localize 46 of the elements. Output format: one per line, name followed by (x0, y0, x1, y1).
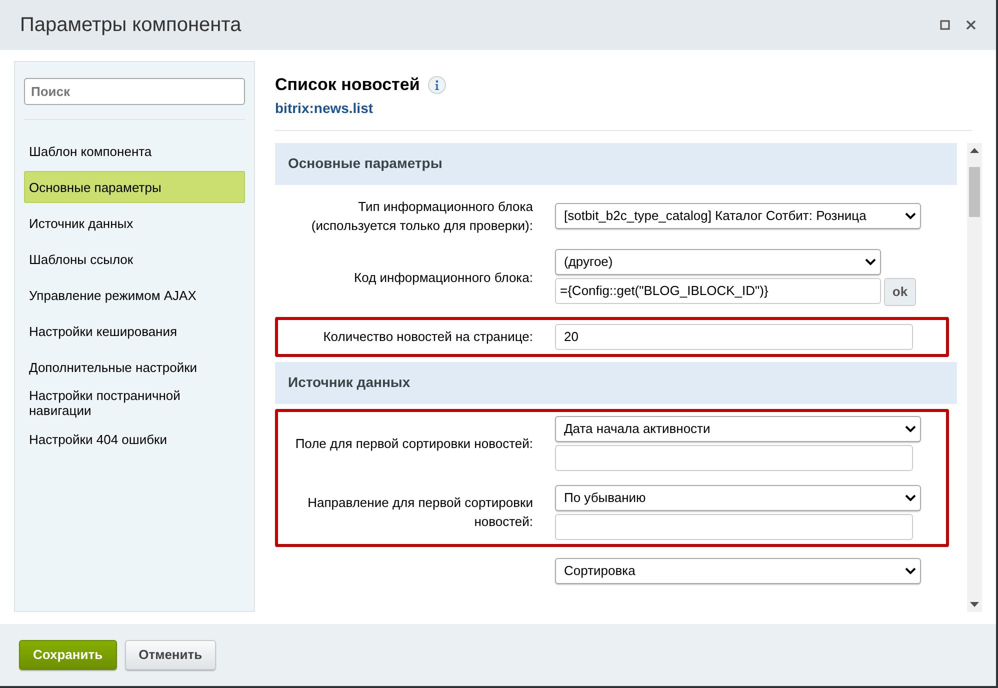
sidebar-item[interactable]: Источник данных (24, 207, 245, 239)
sidebar-item[interactable]: Дополнительные настройки (24, 351, 245, 383)
select-value: [sotbit_b2c_type_catalog] Каталог Сотбит: Розница (564, 206, 866, 225)
select-value: По убыванию (564, 488, 646, 507)
select-value: Сортировка (564, 562, 636, 580)
field-label: Код информационного блока: (354, 268, 533, 286)
sidebar-item[interactable]: Настройки кеширования (24, 315, 245, 347)
select-value: Дата начала активности (564, 420, 710, 438)
scroll-down-icon[interactable] (970, 602, 979, 608)
field-label: Направление для первой сортировки новостей: (306, 494, 533, 531)
dropdown-select[interactable]: Дата начала активности (555, 416, 921, 442)
close-icon[interactable] (966, 20, 976, 30)
text-input[interactable]: 20 (555, 324, 913, 350)
chevron-down-icon (905, 424, 916, 432)
maximize-icon[interactable] (940, 20, 950, 30)
field-label: Количество новостей на странице: (323, 328, 533, 346)
text-input[interactable]: ={Config::get("BLOG_IBLOCK_ID")} (555, 278, 881, 304)
dropdown-select[interactable]: По убыванию (555, 484, 921, 510)
info-icon[interactable] (428, 76, 446, 94)
sidebar-item[interactable]: Шаблон компонента (24, 135, 245, 167)
sidebar-item[interactable]: Настройки постраничной навигации (24, 387, 245, 419)
cancel-button[interactable]: Отменить (124, 640, 216, 670)
sidebar-item[interactable]: Основные параметры (24, 171, 245, 203)
sidebar-item[interactable]: Настройки 404 ошибки (24, 423, 245, 455)
component-title: Список новостей (275, 74, 420, 96)
select-value: (другое) (564, 252, 613, 271)
sidebar-item[interactable]: Шаблоны ссылок (24, 243, 245, 275)
section-title: Основные параметры (288, 154, 442, 173)
chevron-down-icon (905, 212, 916, 220)
window-title: Параметры компонента (20, 13, 242, 38)
chevron-down-icon (905, 494, 916, 502)
search-field[interactable]: Поиск (24, 78, 245, 105)
scrollbar[interactable] (967, 142, 982, 612)
dropdown-select[interactable]: [sotbit_b2c_type_catalog] Каталог Сотбит: Розница (555, 202, 921, 228)
field-label: Поле для первой сортировки новостей: (295, 434, 533, 452)
scroll-up-icon[interactable] (970, 146, 979, 152)
chevron-down-icon (865, 258, 876, 266)
dropdown-select[interactable]: Сортировка (555, 558, 921, 584)
dropdown-select[interactable]: (другое) (555, 248, 881, 274)
ok-button[interactable]: ok (884, 278, 916, 306)
field-label: Тип информационного блока (используется только для проверки): (310, 198, 533, 234)
chevron-down-icon (905, 566, 916, 574)
component-code: bitrix:news.list (275, 98, 374, 118)
sidebar-item[interactable]: Управление режимом AJAX (24, 279, 245, 311)
scrollbar-thumb[interactable] (969, 166, 980, 216)
section-title: Источник данных (288, 373, 410, 392)
